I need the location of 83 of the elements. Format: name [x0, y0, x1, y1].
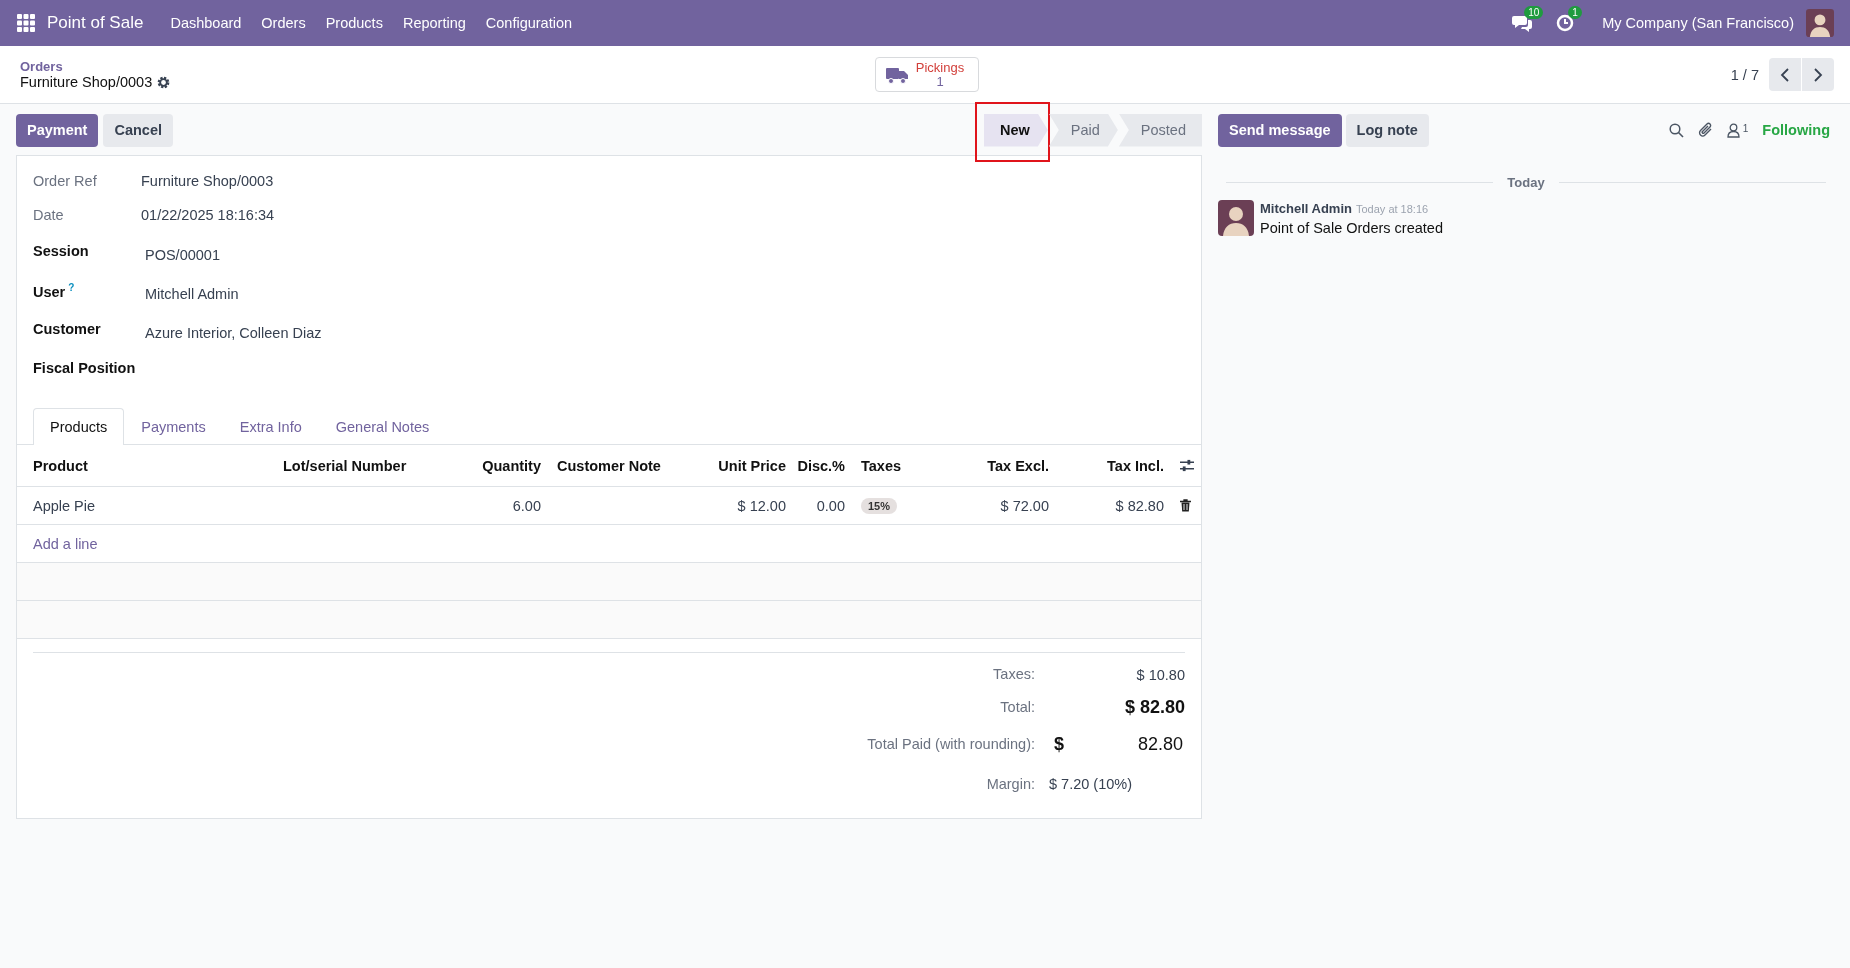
table-cell: $ 12.00	[737, 497, 786, 514]
tax-tag: 15%	[861, 497, 898, 514]
status-step[interactable]: Posted	[1118, 113, 1202, 147]
pager-value: 1 / 7	[1730, 66, 1759, 83]
column-header[interactable]: Tax Excl.	[987, 457, 1049, 474]
field-label: Customer	[33, 321, 102, 337]
total-label: Total Paid (with rounding):	[866, 735, 1036, 754]
field-label: Session	[33, 243, 90, 259]
following-button[interactable]: Following	[1762, 122, 1830, 138]
field-label: Fiscal Position	[33, 360, 137, 376]
table-cell: 0.00	[816, 497, 845, 514]
total-label: Margin:	[985, 775, 1036, 794]
field-value[interactable]: POS/00001	[141, 243, 1185, 263]
message-author: Mitchell Admin	[1260, 201, 1352, 216]
column-settings-icon[interactable]	[1180, 459, 1194, 472]
column-header[interactable]: Customer Note	[557, 457, 661, 474]
person-icon	[1726, 122, 1740, 138]
table-cell: $ 82.80	[1115, 497, 1164, 514]
chatter-button[interactable]: Send message	[1218, 113, 1342, 147]
add-line-link[interactable]: Add a line	[33, 535, 98, 552]
total-label: Total:	[999, 698, 1036, 717]
menu-item[interactable]: Configuration	[475, 15, 583, 31]
menu-item[interactable]: Reporting	[392, 15, 476, 31]
author-avatar	[1218, 200, 1254, 236]
company-switcher[interactable]: My Company (San Francisco)	[1602, 15, 1794, 31]
previous-button[interactable]	[1769, 58, 1801, 91]
message-time: Today at 18:16	[1355, 203, 1429, 215]
menu-item[interactable]: Orders	[251, 15, 316, 31]
status-step[interactable]: New	[984, 113, 1048, 147]
next-button[interactable]	[1802, 58, 1834, 91]
total-value: $ 7.20 (10%)	[1049, 776, 1133, 792]
table-cell: Apple Pie	[33, 497, 96, 514]
column-header[interactable]: Quantity	[482, 457, 541, 474]
menu-item[interactable]: Products	[315, 15, 393, 31]
currency-symbol: $	[1054, 733, 1064, 755]
tab[interactable]: General Notes	[318, 408, 447, 445]
app-grid-icon[interactable]	[17, 14, 35, 32]
field-label: Date	[33, 207, 65, 223]
field-value[interactable]: Azure Interior, Colleen Diaz	[141, 321, 1185, 341]
total-value: $ 10.80	[1136, 666, 1185, 683]
field-value: 01/22/2025 18:16:34	[141, 207, 276, 223]
tab[interactable]: Payments	[124, 408, 223, 445]
chevron-left-icon	[1780, 67, 1790, 82]
followers-button[interactable]: 1	[1726, 122, 1749, 138]
message-body: Point of Sale Orders created	[1260, 220, 1443, 236]
field-value[interactable]: Mitchell Admin	[141, 282, 1185, 302]
column-header[interactable]: Unit Price	[718, 457, 786, 474]
tab[interactable]: Products	[33, 408, 125, 445]
gear-icon[interactable]	[157, 75, 171, 89]
menu-item[interactable]: Dashboard	[160, 15, 252, 31]
date-separator: Today	[1507, 175, 1545, 190]
field-label: User $^{?}$	[33, 282, 76, 300]
breadcrumb-link[interactable]: Orders	[20, 59, 875, 74]
truck-icon	[885, 66, 908, 84]
field-label: Order Ref	[33, 173, 98, 189]
action-button[interactable]: Cancel	[103, 113, 173, 147]
status-step[interactable]: Paid	[1048, 113, 1118, 147]
record-title: Furniture Shop/0003	[20, 74, 153, 90]
table-cell: 6.00	[512, 497, 541, 514]
total-value: 82.80	[1137, 733, 1183, 755]
tab[interactable]: Extra Info	[222, 408, 319, 445]
column-header[interactable]: Disc.%	[797, 457, 845, 474]
chevron-right-icon	[1813, 67, 1823, 82]
search-icon[interactable]	[1668, 122, 1684, 138]
paperclip-icon[interactable]	[1697, 122, 1713, 138]
trash-icon[interactable]	[1180, 499, 1191, 512]
column-header[interactable]: Tax Incl.	[1107, 457, 1164, 474]
activity-count-badge: 1	[1568, 6, 1582, 19]
chatter-button[interactable]: Log note	[1345, 113, 1429, 147]
column-header[interactable]: Taxes	[861, 457, 902, 474]
action-button[interactable]: Payment	[16, 113, 99, 147]
app-title[interactable]: Point of Sale	[47, 13, 144, 33]
table-cell: $ 72.00	[1000, 497, 1049, 514]
field-value: Furniture Shop/0003	[141, 173, 275, 189]
total-label: Taxes:	[992, 665, 1036, 684]
clock-icon[interactable]	[1556, 14, 1575, 32]
message-count-badge: 10	[1524, 6, 1544, 19]
pickings-smart-button[interactable]: Pickings 1	[874, 57, 980, 92]
total-value: $ 82.80	[1124, 697, 1185, 718]
user-avatar[interactable]	[1806, 9, 1834, 37]
chat-icon[interactable]	[1512, 14, 1533, 32]
column-header[interactable]: Lot/serial Number	[283, 457, 407, 474]
column-header[interactable]: Product	[33, 457, 88, 474]
